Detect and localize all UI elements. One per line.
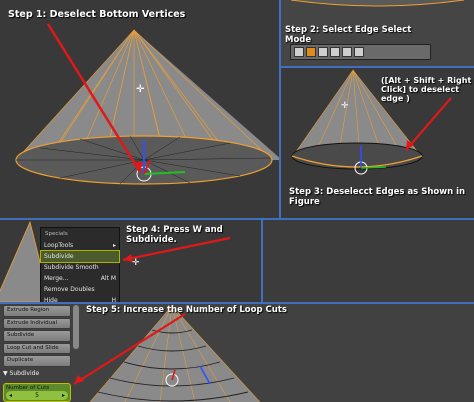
mouse-cursor-icon: ✛ [132, 258, 140, 268]
snap-icon[interactable] [354, 47, 364, 57]
menu-title: Specials [45, 231, 68, 237]
divider-vertical [279, 0, 281, 218]
menu-item-label: Merge... [44, 275, 69, 282]
subdivide-button[interactable]: Subdivide [3, 330, 71, 342]
face-select-icon[interactable] [318, 47, 328, 57]
menu-item-label: Subdivide Smooth [44, 264, 99, 271]
step3-caption: Step 3: Deselecct Edges as Shown in Figu… [289, 187, 466, 207]
step2-caption: Step 2: Select Edge Select Mode [285, 25, 412, 45]
increment-arrow-icon[interactable]: ▸ [62, 392, 65, 399]
step5-caption: Step 5: Increase the Number of Loop Cuts [86, 305, 287, 315]
step2b-note: ([Alt + Shift + Right Click] to deselect… [381, 76, 472, 104]
number-of-cuts-label: Number of Cuts [6, 384, 50, 391]
tool-shelf: Extrude Region Extrude Individual Subdiv… [3, 305, 71, 402]
proportional-edit-icon[interactable] [342, 47, 352, 57]
duplicate-button[interactable]: Duplicate [3, 355, 71, 367]
vertex-select-icon[interactable] [294, 47, 304, 57]
subdivide-section[interactable]: ▼ Subdivide [3, 370, 71, 377]
y-axis-gizmo[interactable] [360, 166, 387, 169]
menu-item-subdivide-smooth[interactable]: Subdivide Smooth [41, 262, 119, 273]
divider-vertical-2 [261, 220, 263, 302]
number-of-cuts-field[interactable]: ◂ 5 ▸ [6, 390, 68, 400]
mesh-select-toolbar [290, 44, 431, 60]
limit-selection-icon[interactable] [330, 47, 340, 57]
origin-cursor-icon: ✛ [136, 84, 145, 95]
extrude-region-button[interactable]: Extrude Region [3, 305, 71, 317]
viewport-step5[interactable]: Step 5: Increase the Number of Loop Cuts [0, 304, 474, 402]
viewport-step3[interactable]: ✛ ([Alt + Shift + Right Click] to desele… [281, 68, 474, 218]
menu-item-merge[interactable]: Merge... Alt M [41, 273, 119, 284]
pointer-arrow-step3 [405, 97, 452, 151]
arrowhead [74, 375, 84, 384]
menu-item-shortcut: Alt M [100, 275, 116, 282]
viewport-step1[interactable]: ✛ Step 1: Deselect Bottom Vertices [0, 0, 279, 218]
number-of-cuts-group: Number of Cuts ◂ 5 ▸ [3, 382, 71, 402]
edge-select-icon[interactable] [306, 47, 316, 57]
number-of-cuts-value: 5 [35, 391, 39, 399]
submenu-arrow-icon: ▸ [112, 242, 116, 249]
decrement-arrow-icon[interactable]: ◂ [9, 392, 12, 399]
menu-item-label: Remove Doubles [44, 286, 95, 293]
menu-item-looptools[interactable]: LoopTools ▸ [41, 240, 119, 251]
cone-wireframe-step1: ✛ [15, 23, 279, 185]
cone-step5 [73, 305, 261, 402]
menu-item-remove-doubles[interactable]: Remove Doubles [41, 284, 119, 295]
origin-cursor-icon: ✛ [341, 101, 349, 111]
menu-item-subdivide[interactable]: Subdivide [40, 250, 120, 263]
section-title: Subdivide [9, 369, 40, 377]
menu-item-label: Subdivide [44, 253, 74, 260]
specials-menu: Specials LoopTools ▸ Subdivide Subdivide … [40, 227, 120, 305]
step4-caption: Step 4: Press W and Subdivide. [126, 225, 223, 245]
divider-horizontal [0, 218, 474, 220]
loop-cut-button[interactable]: Loop Cut and Slide [3, 342, 71, 354]
menu-item-label: LoopTools [44, 242, 74, 249]
divider-horizontal-2 [0, 302, 474, 304]
step1-caption: Step 1: Deselect Bottom Vertices [8, 9, 186, 20]
tool-shelf-scrollbar[interactable] [73, 305, 79, 349]
deselected-base [291, 142, 423, 170]
divider-top-right [281, 66, 474, 68]
extrude-individual-button[interactable]: Extrude Individual [3, 317, 71, 329]
